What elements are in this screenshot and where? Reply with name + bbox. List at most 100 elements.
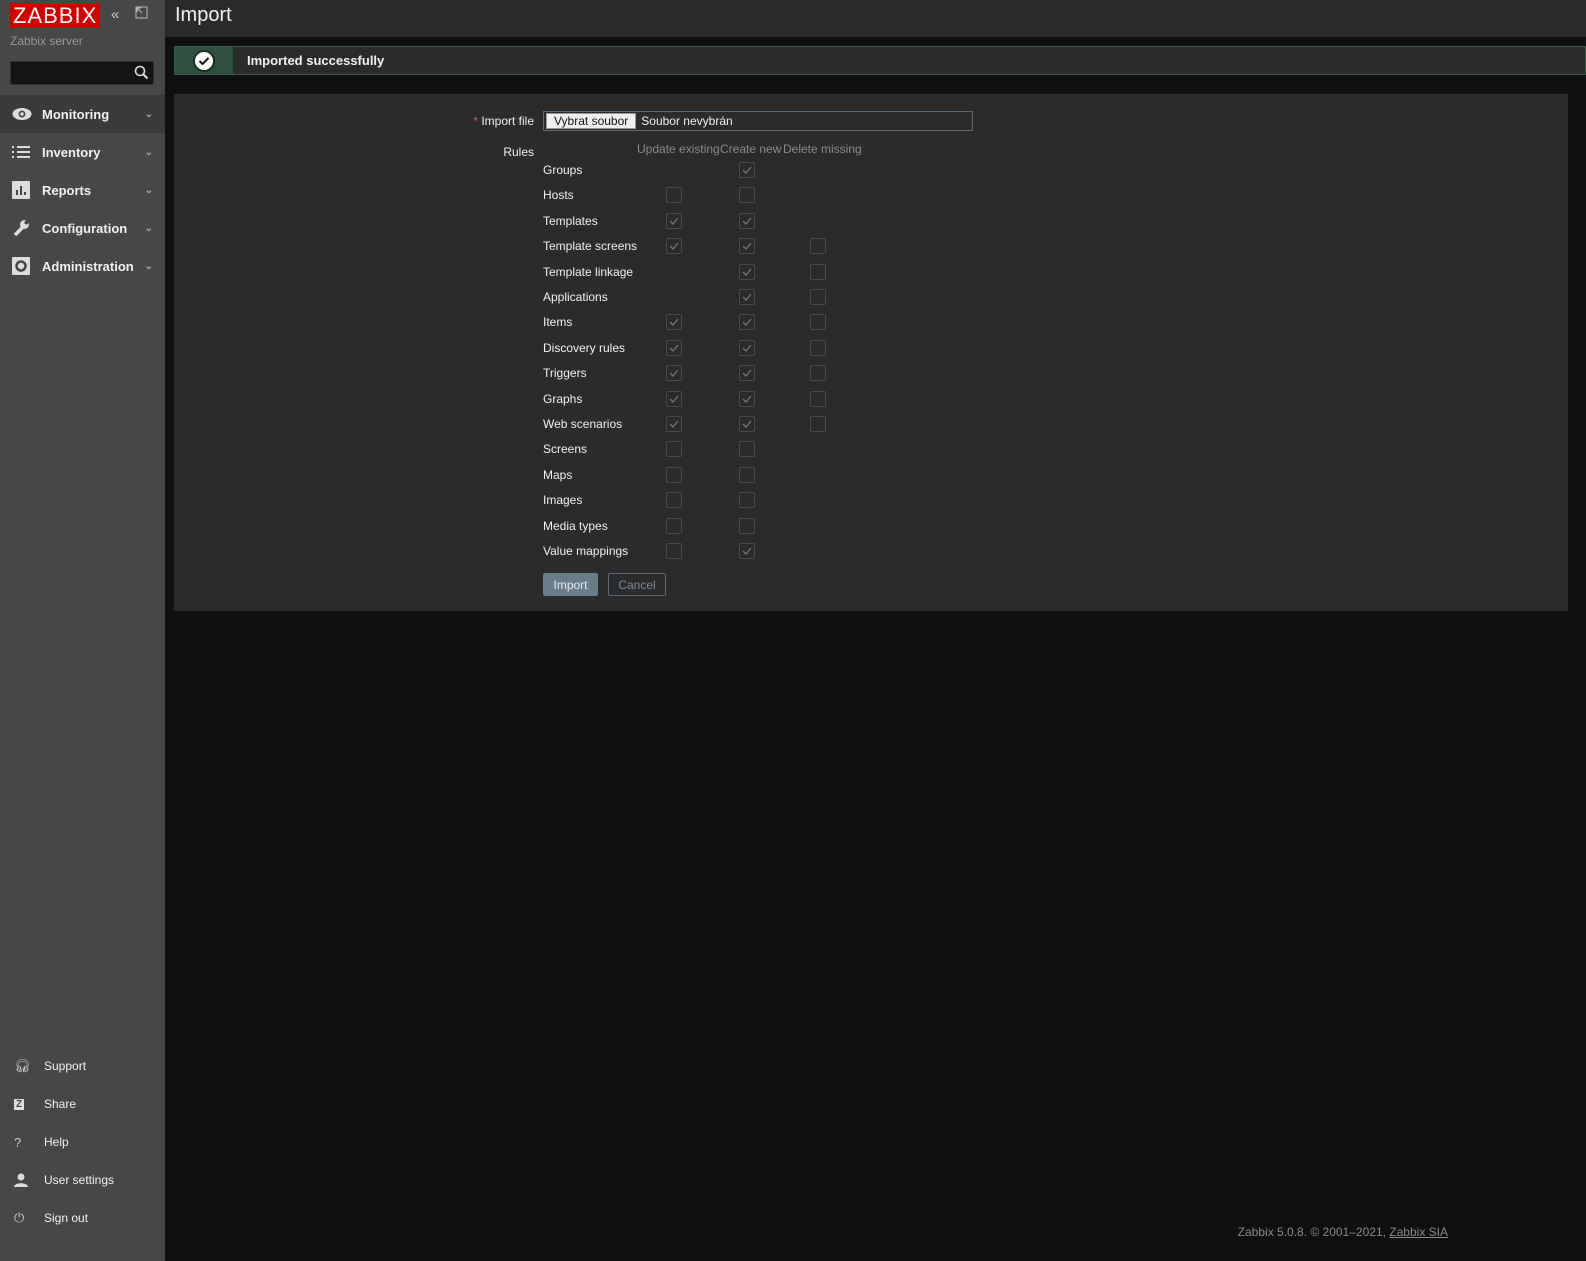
rule-label: Screens [543, 442, 588, 457]
checkbox-create-new[interactable] [739, 314, 755, 331]
menu-label: Reports [42, 182, 92, 198]
bar-chart-icon [12, 181, 42, 199]
checkbox-delete-missing[interactable] [810, 365, 826, 382]
checkbox-update-existing[interactable] [666, 492, 682, 509]
checkbox-delete-missing[interactable] [810, 289, 826, 305]
checkbox-update-existing[interactable] [666, 187, 682, 204]
user-icon [14, 1173, 44, 1187]
checkbox-create-new[interactable] [739, 365, 755, 382]
collapse-sidebar-icon[interactable]: « [111, 6, 119, 23]
checkbox-create-new[interactable] [739, 543, 755, 559]
menu-support[interactable]: 🎧︎ Support [0, 1047, 165, 1085]
checkbox-delete-missing[interactable] [810, 238, 826, 255]
checkmark-icon [742, 217, 752, 225]
checkbox-update-existing[interactable] [666, 543, 682, 559]
menu-user-settings[interactable]: User settings [0, 1161, 165, 1199]
zabbix-logo[interactable]: ZABBIX [10, 3, 101, 28]
menu-configuration[interactable]: Configuration ⌄ [0, 209, 165, 247]
checkbox-update-existing[interactable] [666, 339, 682, 356]
checkmark-icon [742, 369, 752, 378]
eye-icon [12, 107, 42, 121]
menu-label: Monitoring [42, 106, 110, 122]
rule-label: Maps [543, 467, 573, 482]
menu-sign-out[interactable]: ⏻ Sign out [0, 1199, 165, 1237]
import-button[interactable]: Import [543, 573, 598, 596]
checkbox-update-existing[interactable] [666, 416, 682, 432]
rule-label: Graphs [543, 391, 583, 406]
menu-share[interactable]: Z Share [0, 1085, 165, 1123]
menu-inventory[interactable]: Inventory ⌄ [0, 133, 165, 171]
checkbox-delete-missing[interactable] [810, 263, 826, 280]
checkbox-create-new[interactable] [739, 492, 755, 509]
rule-label: Hosts [543, 188, 574, 203]
checkbox-update-existing[interactable] [666, 212, 682, 229]
checkbox-create-new[interactable] [739, 416, 755, 432]
checkmark-icon [669, 344, 679, 352]
checkmark-icon [742, 420, 752, 428]
checkbox-update-existing[interactable] [666, 365, 682, 382]
menu-label: Support [44, 1059, 87, 1073]
required-mark: * [473, 114, 478, 128]
gear-icon [12, 257, 42, 275]
checkbox-create-new[interactable] [739, 339, 755, 356]
search-icon[interactable] [134, 65, 149, 83]
cancel-button[interactable]: Cancel [608, 573, 666, 596]
menu-monitoring[interactable]: Monitoring ⌄ [0, 95, 165, 133]
checkbox-create-new[interactable] [739, 238, 755, 255]
checkmark-icon [742, 242, 752, 251]
checkbox-create-new[interactable] [739, 289, 755, 305]
search-field[interactable] [10, 61, 154, 85]
checkbox-delete-missing[interactable] [810, 390, 826, 407]
headset-icon: 🎧︎ [14, 1058, 31, 1073]
file-status: Soubor nevybrán [641, 114, 733, 128]
checkmark-icon [742, 166, 752, 174]
rule-label: Groups [543, 163, 583, 177]
menu-administration[interactable]: Administration ⌄ [0, 247, 165, 285]
checkbox-delete-missing[interactable] [810, 339, 826, 356]
checkbox-update-existing[interactable] [666, 441, 682, 458]
column-create-new: Create new [720, 142, 782, 156]
checkmark-icon [669, 318, 679, 327]
checkbox-update-existing[interactable] [666, 314, 682, 331]
checkmark-icon [742, 268, 752, 276]
checkbox-update-existing[interactable] [666, 517, 682, 534]
share-icon: Z [14, 1098, 25, 1110]
main-menu: Monitoring ⌄ Inventory ⌄ Reports ⌄ Configur… [0, 95, 165, 285]
checkbox-create-new[interactable] [739, 390, 755, 407]
menu-label: Configuration [42, 220, 128, 236]
search-input[interactable] [11, 62, 131, 84]
checkbox-create-new[interactable] [739, 263, 755, 280]
rule-label: Applications [543, 290, 608, 304]
checkbox-update-existing[interactable] [666, 238, 682, 255]
import-file-input[interactable]: Vybrat soubor Soubor nevybrán [543, 111, 973, 131]
checkbox-create-new[interactable] [739, 466, 755, 483]
menu-label: Inventory [42, 144, 101, 160]
import-file-label: * Import file [473, 114, 534, 128]
checkbox-create-new[interactable] [739, 212, 755, 229]
footer: Zabbix 5.0.8. © 2001–2021, Zabbix SIA [1238, 1225, 1448, 1239]
kiosk-mode-icon[interactable] [135, 6, 148, 23]
help-icon: ? [14, 1134, 22, 1150]
checkbox-update-existing[interactable] [666, 390, 682, 407]
menu-label: Help [44, 1135, 69, 1149]
choose-file-button[interactable]: Vybrat soubor [546, 113, 637, 129]
rule-label: Media types [543, 518, 608, 533]
chevron-down-icon: ⌄ [144, 222, 153, 234]
checkbox-update-existing[interactable] [666, 466, 682, 483]
checkbox-create-new[interactable] [739, 187, 755, 204]
checkbox-delete-missing[interactable] [810, 416, 826, 432]
checkbox-create-new[interactable] [739, 441, 755, 458]
rule-label: Discovery rules [543, 340, 626, 355]
checkbox-create-new[interactable] [739, 162, 755, 178]
footer-text: Zabbix 5.0.8. © 2001–2021, [1237, 1225, 1390, 1239]
menu-help[interactable]: ? Help [0, 1123, 165, 1161]
checkmark-icon [742, 293, 752, 301]
checkbox-create-new[interactable] [739, 517, 755, 534]
server-name: Zabbix server [10, 34, 83, 48]
success-message: Imported successfully [174, 46, 1586, 75]
chevron-down-icon: ⌄ [144, 260, 153, 272]
menu-reports[interactable]: Reports ⌄ [0, 171, 165, 209]
checkbox-delete-missing[interactable] [810, 314, 826, 331]
zabbix-sia-link[interactable]: Zabbix SIA [1389, 1225, 1448, 1239]
checkmark-icon [669, 369, 679, 378]
